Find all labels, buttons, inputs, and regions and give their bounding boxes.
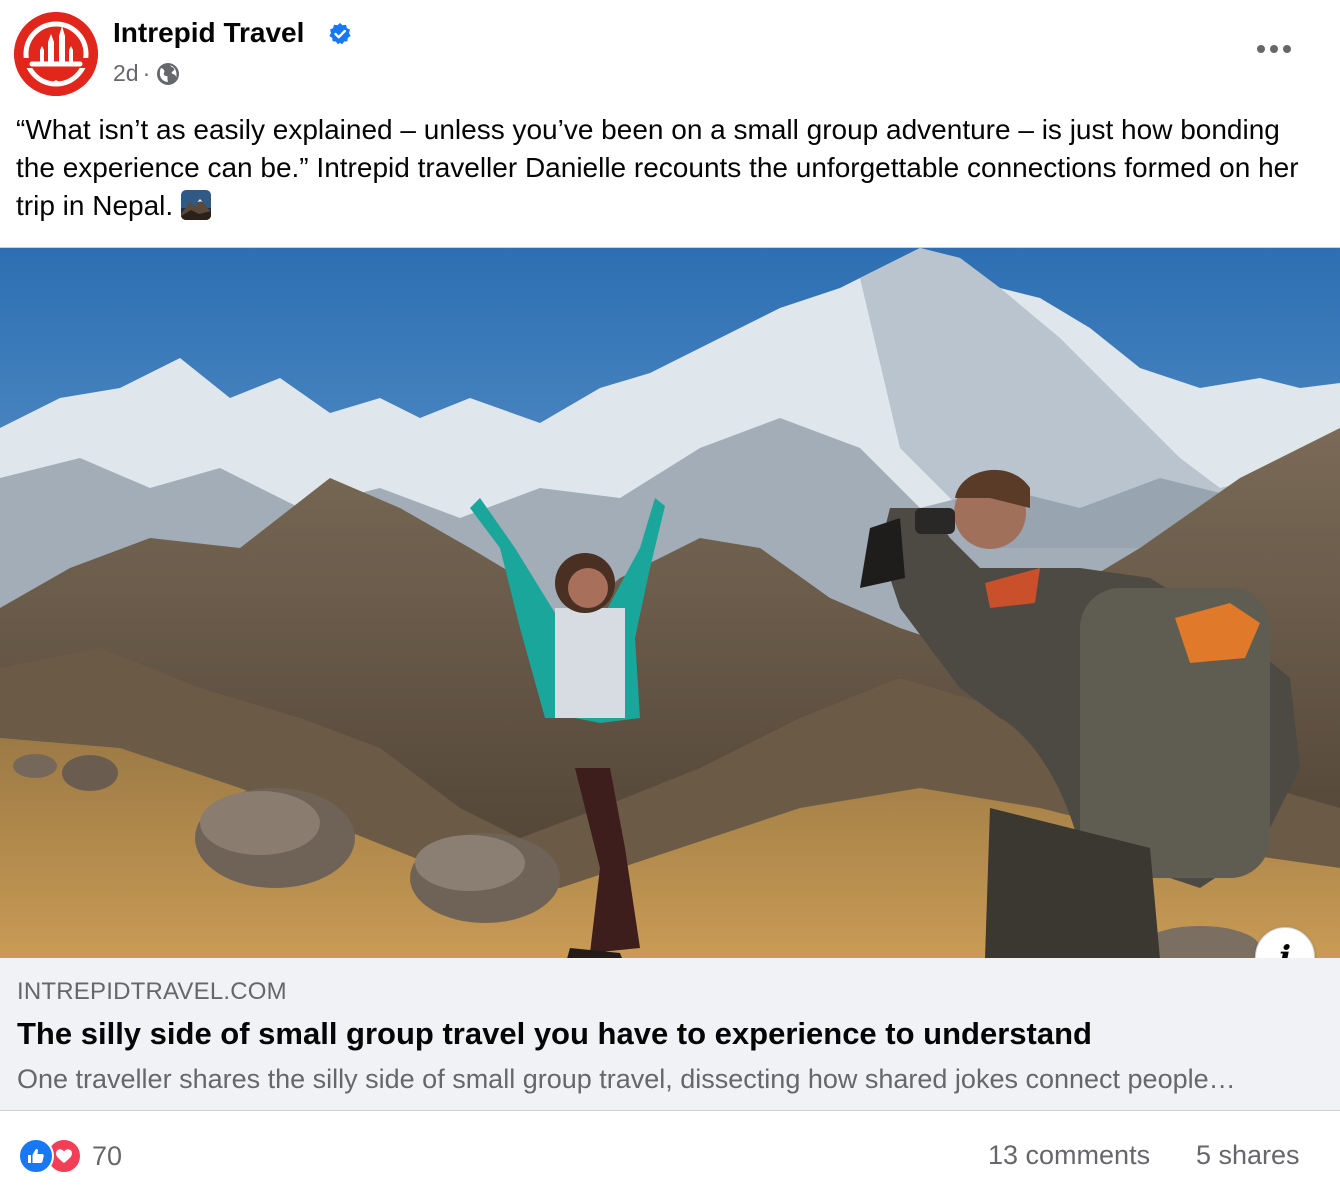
like-reaction-icon <box>18 1138 54 1174</box>
page-avatar[interactable] <box>14 12 98 96</box>
reactions-summary[interactable]: 70 <box>18 1138 122 1174</box>
post-meta: 2d · <box>113 60 180 87</box>
more-dot <box>1283 45 1291 53</box>
link-description: One traveller shares the silly side of s… <box>17 1064 1236 1094</box>
link-preview-image[interactable] <box>0 247 1340 958</box>
post-timestamp[interactable]: 2d <box>113 60 139 87</box>
comments-count[interactable]: 13 comments <box>988 1140 1150 1171</box>
link-domain: INTREPIDTRAVEL.COM <box>17 978 287 1005</box>
mountain-emoji-icon <box>181 190 212 220</box>
shares-count[interactable]: 5 shares <box>1196 1140 1300 1171</box>
verified-badge-icon <box>329 23 351 45</box>
himalaya-trek-photo <box>0 248 1340 958</box>
meta-separator: · <box>142 60 151 86</box>
more-dot <box>1270 45 1278 53</box>
page-name[interactable]: Intrepid Travel <box>113 17 304 49</box>
link-title[interactable]: The silly side of small group travel you… <box>17 1016 1092 1052</box>
intrepid-logo-icon <box>14 12 98 96</box>
post-engagement-bar: 70 13 comments 5 shares <box>0 1112 1340 1190</box>
reaction-count: 70 <box>92 1140 123 1171</box>
more-dot <box>1257 45 1265 53</box>
post-caption: “What isn’t as easily explained – unless… <box>16 111 1316 225</box>
more-options-icon[interactable] <box>1252 34 1296 64</box>
link-preview-card[interactable]: INTREPIDTRAVEL.COM The silly side of sma… <box>0 958 1340 1111</box>
public-globe-icon <box>157 62 180 85</box>
post-header: Intrepid Travel 2d · <box>0 0 1340 100</box>
